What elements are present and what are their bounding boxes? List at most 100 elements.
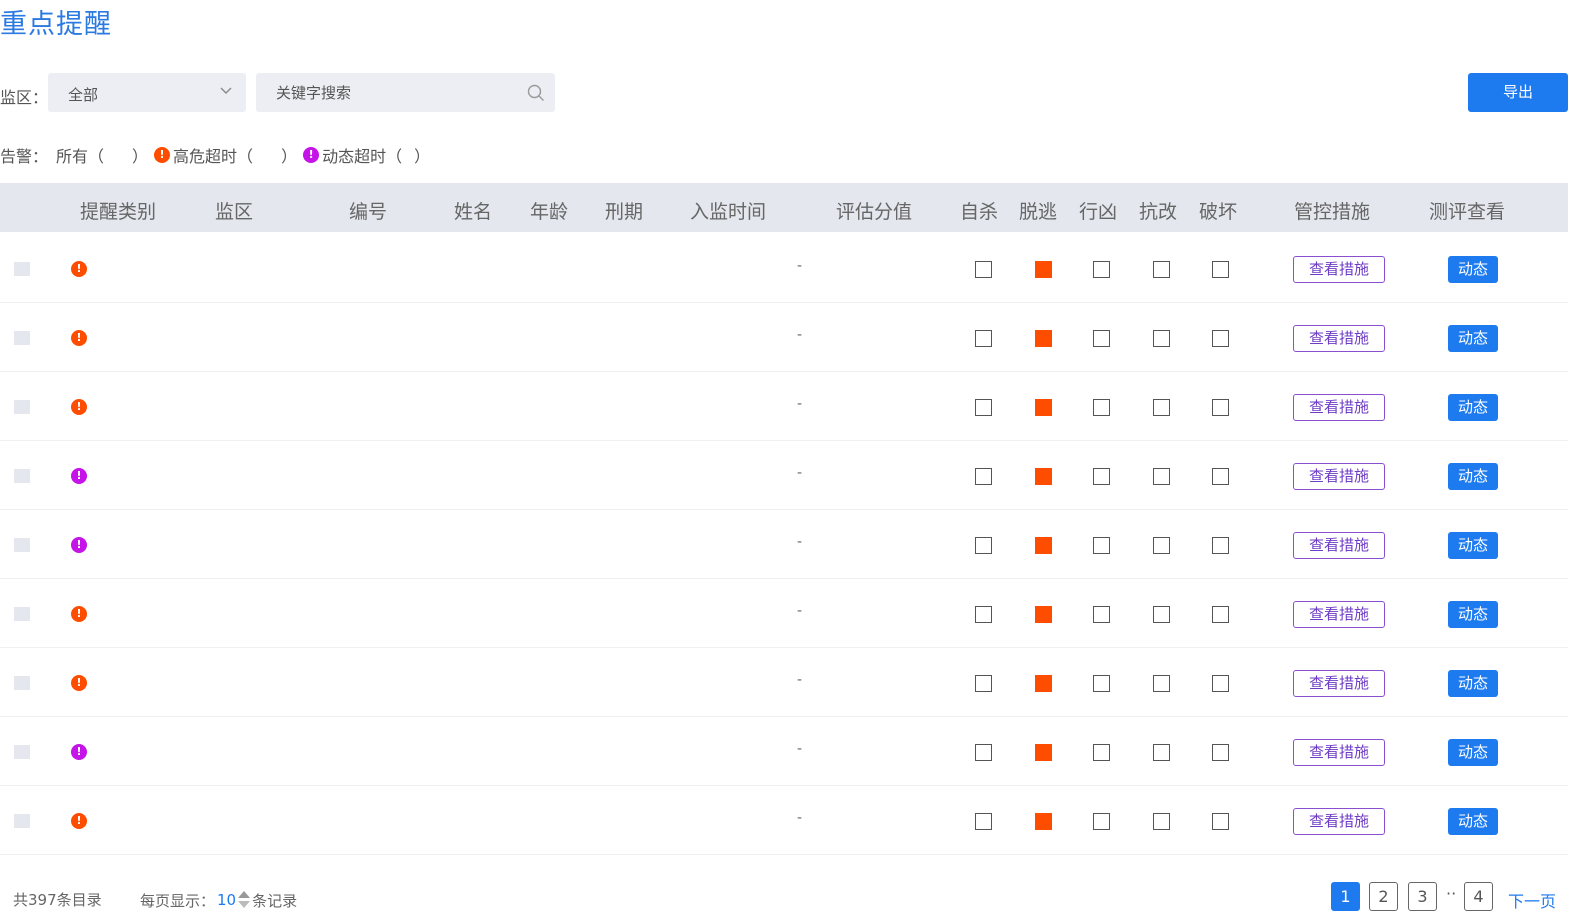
page-size-control: 每页显示： 10 条记录 <box>140 889 297 911</box>
resist-checkbox[interactable] <box>1153 399 1170 416</box>
search-icon[interactable] <box>527 84 545 102</box>
view-measures-button[interactable]: 查看措施 <box>1293 739 1385 766</box>
view-measures-button[interactable]: 查看措施 <box>1293 532 1385 559</box>
dynamic-button[interactable]: 动态 <box>1448 256 1498 283</box>
violence-checkbox[interactable] <box>1093 330 1110 347</box>
resist-checkbox[interactable] <box>1153 330 1170 347</box>
suicide-checkbox[interactable] <box>975 330 992 347</box>
resist-checkbox[interactable] <box>1153 675 1170 692</box>
row-select-checkbox[interactable] <box>14 676 30 690</box>
suicide-checkbox[interactable] <box>975 813 992 830</box>
resist-checkbox[interactable] <box>1153 537 1170 554</box>
row-select-checkbox[interactable] <box>14 607 30 621</box>
escape-checkbox[interactable] <box>1035 399 1052 416</box>
view-measures-button[interactable]: 查看措施 <box>1293 394 1385 421</box>
violence-checkbox[interactable] <box>1093 468 1110 485</box>
escape-checkbox[interactable] <box>1035 330 1052 347</box>
view-measures-button[interactable]: 查看措施 <box>1293 325 1385 352</box>
suicide-checkbox[interactable] <box>975 744 992 761</box>
resist-checkbox[interactable] <box>1153 261 1170 278</box>
violence-checkbox[interactable] <box>1093 744 1110 761</box>
page-button-3[interactable]: 3 <box>1408 882 1437 911</box>
next-page-link[interactable]: 下一页 <box>1508 888 1556 912</box>
suicide-checkbox[interactable] <box>975 468 992 485</box>
dynamic-button[interactable]: 动态 <box>1448 739 1498 766</box>
page-button-4[interactable]: 4 <box>1464 882 1493 911</box>
escape-checkbox[interactable] <box>1035 675 1052 692</box>
dynamic-button[interactable]: 动态 <box>1448 463 1498 490</box>
escape-checkbox[interactable] <box>1035 813 1052 830</box>
dynamic-button[interactable]: 动态 <box>1448 532 1498 559</box>
row-select-checkbox[interactable] <box>14 538 30 552</box>
page-size-label: 每页显示： <box>140 891 216 910</box>
violence-checkbox[interactable] <box>1093 261 1110 278</box>
header-sentence: 刑期 <box>604 201 644 223</box>
area-filter-label: 监区： <box>0 88 49 107</box>
page-size-stepper[interactable] <box>238 889 251 911</box>
damage-checkbox[interactable] <box>1212 675 1229 692</box>
dynamic-button[interactable]: 动态 <box>1448 670 1498 697</box>
score-cell: - <box>797 327 803 343</box>
row-select-checkbox[interactable] <box>14 814 30 828</box>
violence-checkbox[interactable] <box>1093 606 1110 623</box>
search-input[interactable] <box>276 73 516 112</box>
header-suicide: 自杀 <box>959 201 999 223</box>
suicide-checkbox[interactable] <box>975 606 992 623</box>
alarm-label: 告警： <box>0 147 49 166</box>
escape-checkbox[interactable] <box>1035 261 1052 278</box>
suicide-checkbox[interactable] <box>975 261 992 278</box>
alarm-dynamic-filter[interactable]: 动态超时（） <box>322 143 430 167</box>
page-button-2[interactable]: 2 <box>1369 882 1398 911</box>
resist-checkbox[interactable] <box>1153 744 1170 761</box>
violence-checkbox[interactable] <box>1093 399 1110 416</box>
escape-checkbox[interactable] <box>1035 468 1052 485</box>
dynamic-button[interactable]: 动态 <box>1448 325 1498 352</box>
suicide-checkbox[interactable] <box>975 399 992 416</box>
damage-checkbox[interactable] <box>1212 399 1229 416</box>
high-risk-alert-icon: ! <box>71 399 87 415</box>
dynamic-button[interactable]: 动态 <box>1448 808 1498 835</box>
view-measures-button[interactable]: 查看措施 <box>1293 256 1385 283</box>
row-select-checkbox[interactable] <box>14 331 30 345</box>
violence-checkbox[interactable] <box>1093 537 1110 554</box>
resist-checkbox[interactable] <box>1153 468 1170 485</box>
row-select-checkbox[interactable] <box>14 400 30 414</box>
search-box <box>256 73 555 112</box>
damage-checkbox[interactable] <box>1212 537 1229 554</box>
view-measures-button[interactable]: 查看措施 <box>1293 463 1385 490</box>
damage-checkbox[interactable] <box>1212 813 1229 830</box>
row-select-checkbox[interactable] <box>14 469 30 483</box>
escape-checkbox[interactable] <box>1035 606 1052 623</box>
table-row: ! - 查看措施 动态 <box>0 648 1568 717</box>
table-row: ! - 查看措施 动态 <box>0 234 1568 303</box>
dynamic-button[interactable]: 动态 <box>1448 601 1498 628</box>
view-measures-button[interactable]: 查看措施 <box>1293 808 1385 835</box>
row-select-checkbox[interactable] <box>14 262 30 276</box>
violence-checkbox[interactable] <box>1093 813 1110 830</box>
alarm-all-filter[interactable]: 所有（） <box>56 143 148 167</box>
violence-checkbox[interactable] <box>1093 675 1110 692</box>
view-measures-button[interactable]: 查看措施 <box>1293 601 1385 628</box>
escape-checkbox[interactable] <box>1035 537 1052 554</box>
resist-checkbox[interactable] <box>1153 606 1170 623</box>
area-select[interactable]: 全部 <box>48 73 246 112</box>
area-select-value: 全部 <box>68 86 99 104</box>
export-button[interactable]: 导出 <box>1468 73 1568 112</box>
table-row: ! - 查看措施 动态 <box>0 717 1568 786</box>
suicide-checkbox[interactable] <box>975 675 992 692</box>
damage-checkbox[interactable] <box>1212 468 1229 485</box>
suicide-checkbox[interactable] <box>975 537 992 554</box>
page-button-1[interactable]: 1 <box>1331 882 1360 911</box>
damage-checkbox[interactable] <box>1212 744 1229 761</box>
dynamic-button[interactable]: 动态 <box>1448 394 1498 421</box>
escape-checkbox[interactable] <box>1035 744 1052 761</box>
row-select-checkbox[interactable] <box>14 745 30 759</box>
damage-checkbox[interactable] <box>1212 606 1229 623</box>
header-score: 评估分值 <box>835 201 913 223</box>
view-measures-button[interactable]: 查看措施 <box>1293 670 1385 697</box>
alarm-high-risk-filter[interactable]: 高危超时（） <box>173 143 297 167</box>
damage-checkbox[interactable] <box>1212 330 1229 347</box>
page-size-value[interactable]: 10 <box>217 891 236 909</box>
resist-checkbox[interactable] <box>1153 813 1170 830</box>
damage-checkbox[interactable] <box>1212 261 1229 278</box>
